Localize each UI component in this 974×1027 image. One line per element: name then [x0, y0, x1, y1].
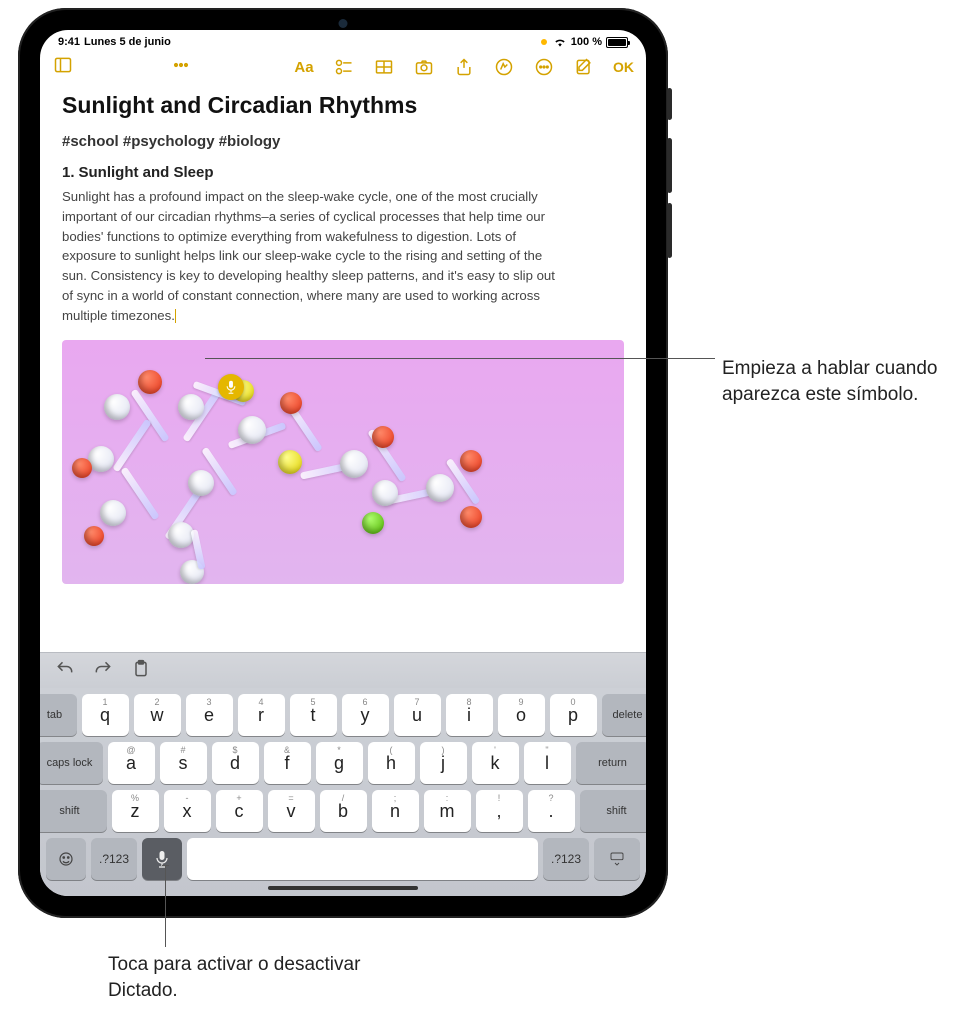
note-section-heading: 1.Sunlight and Sleep	[62, 164, 624, 181]
key-r[interactable]: 4r	[238, 694, 285, 736]
key-x[interactable]: -x	[164, 790, 211, 832]
callout-leader-line	[165, 865, 166, 947]
key-c[interactable]: +c	[216, 790, 263, 832]
keyboard-accessory-bar	[40, 652, 646, 688]
key-o[interactable]: 9o	[498, 694, 545, 736]
key-.[interactable]: ?.	[528, 790, 575, 832]
key-d[interactable]: $d	[212, 742, 259, 784]
key-,[interactable]: !,	[476, 790, 523, 832]
new-note-icon[interactable]	[573, 56, 595, 78]
return-key[interactable]: return	[576, 742, 647, 784]
key-n[interactable]: ;n	[372, 790, 419, 832]
table-icon[interactable]	[373, 56, 395, 78]
numbers-key-left[interactable]: .?123	[91, 838, 137, 880]
done-button[interactable]: OK	[613, 59, 634, 75]
delete-key[interactable]: delete	[602, 694, 647, 736]
battery-icon	[606, 37, 628, 48]
shift-key-right[interactable]: shift	[580, 790, 647, 832]
volume-down-button	[667, 203, 672, 258]
shift-key-left[interactable]: shift	[40, 790, 107, 832]
ipad-device-frame: 9:41 Lunes 5 de junio 100 %	[18, 8, 668, 918]
status-bar: 9:41 Lunes 5 de junio 100 %	[40, 30, 646, 50]
camera-icon[interactable]	[413, 56, 435, 78]
key-k[interactable]: 'k	[472, 742, 519, 784]
share-icon[interactable]	[453, 56, 475, 78]
screen: 9:41 Lunes 5 de junio 100 %	[40, 30, 646, 896]
ipad-camera	[339, 19, 348, 28]
key-t[interactable]: 5t	[290, 694, 337, 736]
text-format-icon[interactable]: Aa	[293, 56, 315, 78]
note-title: Sunlight and Circadian Rhythms	[62, 92, 624, 119]
power-button	[667, 88, 672, 120]
key-e[interactable]: 3e	[186, 694, 233, 736]
callout-dictation-key: Toca para activar o desactivar Dictado.	[108, 952, 368, 1003]
key-v[interactable]: =v	[268, 790, 315, 832]
notes-toolbar: Aa	[40, 50, 646, 84]
more-dots-icon[interactable]	[170, 54, 192, 76]
redo-icon[interactable]	[92, 659, 114, 684]
key-p[interactable]: 0p	[550, 694, 597, 736]
callout-leader-line	[205, 358, 715, 359]
recording-indicator-icon	[541, 39, 547, 45]
molecule-illustration	[82, 350, 502, 584]
home-indicator[interactable]	[268, 886, 418, 890]
status-date: Lunes 5 de junio	[84, 36, 171, 48]
note-body-area[interactable]: Sunlight and Circadian Rhythms #school #…	[40, 84, 646, 326]
key-a[interactable]: @a	[108, 742, 155, 784]
checklist-icon[interactable]	[333, 56, 355, 78]
key-l[interactable]: "l	[524, 742, 571, 784]
volume-up-button	[667, 138, 672, 193]
callout-dictation-symbol: Empieza a hablar cuando aparezca este sí…	[722, 356, 952, 407]
undo-icon[interactable]	[54, 659, 76, 684]
key-f[interactable]: &f	[264, 742, 311, 784]
hide-keyboard-key[interactable]	[594, 838, 640, 880]
key-m[interactable]: :m	[424, 790, 471, 832]
key-g[interactable]: *g	[316, 742, 363, 784]
key-j[interactable]: )j	[420, 742, 467, 784]
wifi-icon	[553, 37, 567, 47]
emoji-key[interactable]	[46, 838, 86, 880]
dictation-key[interactable]	[142, 838, 182, 880]
key-z[interactable]: %z	[112, 790, 159, 832]
space-key[interactable]	[187, 838, 538, 880]
key-u[interactable]: 7u	[394, 694, 441, 736]
markup-icon[interactable]	[493, 56, 515, 78]
status-time: 9:41	[58, 36, 80, 48]
note-tags: #school #psychology #biology	[62, 133, 624, 150]
sidebar-toggle-icon[interactable]	[52, 54, 74, 76]
text-cursor	[175, 309, 176, 323]
battery-percent: 100 %	[571, 36, 602, 48]
note-paragraph: Sunlight has a profound impact on the sl…	[62, 187, 624, 326]
key-q[interactable]: 1q	[82, 694, 129, 736]
more-circle-icon[interactable]	[533, 56, 555, 78]
key-y[interactable]: 6y	[342, 694, 389, 736]
key-i[interactable]: 8i	[446, 694, 493, 736]
note-attached-image[interactable]	[62, 340, 624, 584]
numbers-key-right[interactable]: .?123	[543, 838, 589, 880]
key-w[interactable]: 2w	[134, 694, 181, 736]
key-b[interactable]: /b	[320, 790, 367, 832]
dictation-indicator-icon[interactable]	[218, 374, 244, 400]
key-h[interactable]: (h	[368, 742, 415, 784]
tab-key[interactable]: tab	[40, 694, 77, 736]
key-s[interactable]: #s	[160, 742, 207, 784]
onscreen-keyboard: tab 1q2w3e4r5t6y7u8i9o0pdelete caps lock…	[40, 688, 646, 896]
capslock-key[interactable]: caps lock	[40, 742, 103, 784]
paste-icon[interactable]	[130, 659, 152, 684]
